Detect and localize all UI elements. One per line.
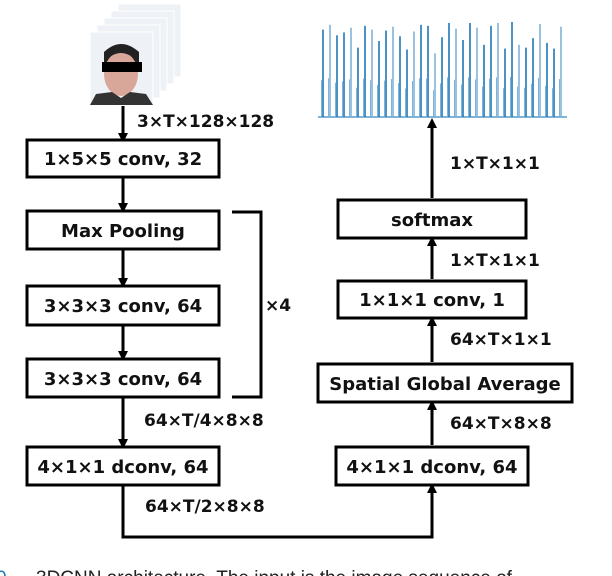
face-frame — [89, 31, 154, 106]
repeat-bracket — [232, 210, 263, 399]
repeat-label: ×4 — [265, 296, 291, 316]
diagram: 1×5×5 conv, 32 Max Pooling 3×3×3 conv, 6… — [0, 3, 574, 576]
input-shape-label: 3×T×128×128 — [137, 112, 274, 132]
conv1x1-label: 1×1×1 conv, 1 — [359, 290, 505, 311]
output-weight-plot — [318, 22, 567, 118]
eye-censor-bar — [102, 62, 142, 72]
conv2-label: 3×3×3 conv, 64 — [44, 296, 202, 317]
shape-label-right-2: 64×T×1×1 — [450, 330, 552, 350]
shape-label-left-1: 64×T/4×8×8 — [144, 411, 264, 431]
conv3-label: 3×3×3 conv, 64 — [44, 369, 202, 390]
caption-text: 3DCNN architecture. The input is the ima… — [36, 568, 513, 576]
dconv-right-label: 4×1×1 dconv, 64 — [346, 457, 517, 478]
shape-label-right-4: 1×T×1×1 — [450, 154, 540, 174]
conv1-label: 1×5×5 conv, 32 — [44, 149, 202, 170]
shape-label-left-2: 64×T/2×8×8 — [145, 497, 265, 517]
shape-label-right-1: 64×T×8×8 — [450, 414, 552, 434]
shape-label-right-3: 1×T×1×1 — [450, 251, 540, 271]
input-face-sequence — [89, 3, 182, 106]
global-average-label: Spatial Global Average — [329, 374, 560, 395]
maxpool-label: Max Pooling — [61, 221, 185, 242]
caption-number: 0 — [0, 568, 7, 576]
dconv-left-label: 4×1×1 dconv, 64 — [37, 457, 208, 478]
softmax-label: softmax — [391, 210, 473, 231]
